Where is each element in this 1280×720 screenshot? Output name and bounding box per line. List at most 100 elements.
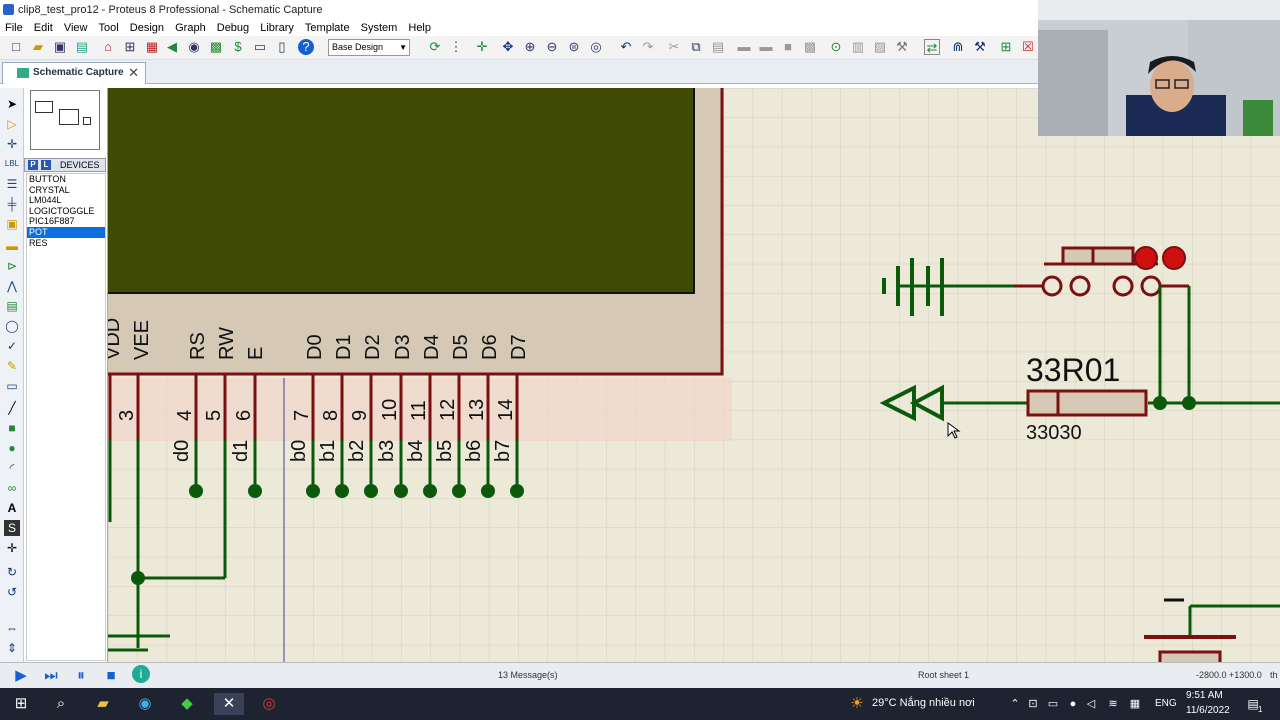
pick-device-icon[interactable]: ⊙: [828, 39, 844, 55]
terminals-icon[interactable]: ▬: [4, 238, 20, 254]
graph-mode-icon[interactable]: ⋀: [4, 278, 20, 294]
menu-system[interactable]: System: [361, 20, 398, 36]
mirror-y-icon[interactable]: ⇕: [4, 640, 20, 656]
device-item[interactable]: CRYSTAL: [27, 185, 105, 196]
lcd-module[interactable]: [108, 88, 732, 441]
decompose-icon[interactable]: ⚒: [894, 39, 910, 55]
tape-recorder-icon[interactable]: ▤: [4, 298, 20, 314]
menu-view[interactable]: View: [64, 20, 88, 36]
circle-tool-icon[interactable]: ●: [4, 440, 20, 456]
pick-devices-button[interactable]: P: [28, 160, 38, 170]
mirror-x-icon[interactable]: ⇔: [4, 620, 20, 636]
device-item[interactable]: LM044L: [27, 195, 105, 206]
generator-icon[interactable]: ◯: [4, 318, 20, 334]
junction-dot-icon[interactable]: ✛: [4, 136, 20, 152]
selection-mode-icon[interactable]: ➤: [4, 96, 20, 112]
device-pins-icon[interactable]: ⊳: [4, 258, 20, 274]
cut-icon[interactable]: ✂: [666, 39, 682, 55]
menu-file[interactable]: File: [5, 20, 23, 36]
remove-sheet-icon[interactable]: ☒: [1020, 39, 1036, 55]
device-item[interactable]: LOGICTOGGLE: [27, 206, 105, 217]
actuator-dot[interactable]: [1134, 246, 1158, 270]
block-copy-icon[interactable]: ▬: [736, 39, 752, 55]
menu-graph[interactable]: Graph: [175, 20, 206, 36]
device-item[interactable]: BUTTON: [27, 174, 105, 185]
close-icon[interactable]: ✕: [128, 63, 139, 83]
actuator-dot[interactable]: [1162, 246, 1186, 270]
component-mode-icon[interactable]: ▷: [4, 116, 20, 132]
rotate-clockwise-icon[interactable]: ↻: [4, 564, 20, 580]
menu-library[interactable]: Library: [260, 20, 294, 36]
menu-edit[interactable]: Edit: [34, 20, 53, 36]
device-item[interactable]: PIC16F887: [27, 216, 105, 227]
rotate-anticlockwise-icon[interactable]: ↺: [4, 584, 20, 600]
device-item-selected[interactable]: POT: [27, 226, 105, 238]
block-rotate-icon[interactable]: ■: [780, 39, 796, 55]
import-icon[interactable]: ▤: [74, 39, 90, 55]
info-icon[interactable]: i: [132, 665, 150, 683]
search-icon[interactable]: ⌕: [50, 693, 72, 715]
save-icon[interactable]: ▣: [52, 39, 68, 55]
menu-debug[interactable]: Debug: [217, 20, 249, 36]
design-explorer-icon[interactable]: ▩: [208, 39, 224, 55]
step-icon[interactable]: ⏭: [40, 665, 62, 687]
pcb-layout-icon[interactable]: ▦: [144, 39, 160, 55]
stop-icon[interactable]: ■: [100, 665, 122, 687]
new-file-icon[interactable]: □: [8, 39, 24, 55]
menu-tool[interactable]: Tool: [99, 20, 119, 36]
wire-label-icon[interactable]: LBL: [4, 156, 20, 172]
current-probe-icon[interactable]: ✎: [4, 358, 20, 374]
subcircuit-icon[interactable]: ▣: [4, 216, 20, 232]
volume-icon[interactable]: ◁: [1080, 693, 1102, 715]
arc-tool-icon[interactable]: ◜: [4, 460, 20, 476]
menu-design[interactable]: Design: [130, 20, 164, 36]
text-tool-icon[interactable]: A: [4, 500, 20, 516]
zoom-in-icon[interactable]: ⊕: [522, 39, 538, 55]
clock-date[interactable]: 11/6/2022: [1186, 705, 1230, 716]
copy-icon[interactable]: ⧉: [688, 39, 704, 55]
block-move-icon[interactable]: ▬: [758, 39, 774, 55]
notes-icon[interactable]: ▯: [274, 39, 290, 55]
redo-icon[interactable]: ↷: [640, 39, 656, 55]
schematic-icon[interactable]: ⊞: [122, 39, 138, 55]
camtasia-icon[interactable]: ◆: [176, 693, 198, 715]
battery-icon[interactable]: ▭: [1042, 693, 1064, 715]
line-tool-icon[interactable]: ╱: [4, 400, 20, 416]
virtual-instruments-icon[interactable]: ▭: [4, 378, 20, 394]
wifi-icon[interactable]: ≋: [1102, 693, 1124, 715]
zoom-out-icon[interactable]: ⊖: [544, 39, 560, 55]
new-sheet-icon[interactable]: ⊞: [998, 39, 1014, 55]
resistor-component[interactable]: [1026, 389, 1148, 417]
resistor-value-label[interactable]: 33030: [1026, 422, 1082, 444]
schematic-canvas[interactable]: VDD VEE RS RW E D0 D1 D2 D3 D4 D5 D6 D7: [108, 88, 1280, 662]
bill-of-materials-icon[interactable]: $: [230, 39, 246, 55]
windows-start-icon[interactable]: ⊞: [10, 693, 32, 715]
open-folder-icon[interactable]: ▰: [30, 39, 46, 55]
weather-text[interactable]: 29°C Nắng nhiều nơi: [872, 697, 975, 709]
design-variant-select[interactable]: Base Design ▼: [328, 39, 410, 56]
voltage-probe-icon[interactable]: ✓: [4, 338, 20, 354]
keyboard-icon[interactable]: ▦: [1124, 693, 1146, 715]
language-indicator[interactable]: ENG: [1155, 698, 1177, 709]
text-script-icon[interactable]: ☰: [4, 176, 20, 192]
file-explorer-icon[interactable]: ▰: [92, 693, 114, 715]
zoom-all-icon[interactable]: ⊜: [566, 39, 582, 55]
undo-icon[interactable]: ↶: [618, 39, 634, 55]
grid-toggle-icon[interactable]: ⋮: [448, 39, 464, 55]
property-assignment-icon[interactable]: ⚒: [972, 39, 988, 55]
zoom-area-icon[interactable]: ◎: [588, 39, 604, 55]
menu-help[interactable]: Help: [408, 20, 431, 36]
paste-icon[interactable]: ▤: [710, 39, 726, 55]
buses-icon[interactable]: ╪: [4, 196, 20, 212]
message-count[interactable]: 13 Message(s): [498, 670, 558, 680]
symbol-tool-icon[interactable]: S: [4, 520, 20, 536]
tab-schematic-capture[interactable]: Schematic Capture ✕: [2, 62, 146, 84]
resistor-ref-label[interactable]: 33R01: [1026, 352, 1120, 388]
box-tool-icon[interactable]: ■: [4, 420, 20, 436]
clock-time[interactable]: 9:51 AM: [1186, 690, 1223, 701]
source-code-icon[interactable]: ▭: [252, 39, 268, 55]
network-icon[interactable]: ⊡: [1022, 693, 1044, 715]
refresh-icon[interactable]: ⟳: [427, 39, 443, 55]
proteus-taskbar-icon[interactable]: ✕: [214, 693, 244, 715]
gerber-icon[interactable]: ◀: [164, 39, 180, 55]
